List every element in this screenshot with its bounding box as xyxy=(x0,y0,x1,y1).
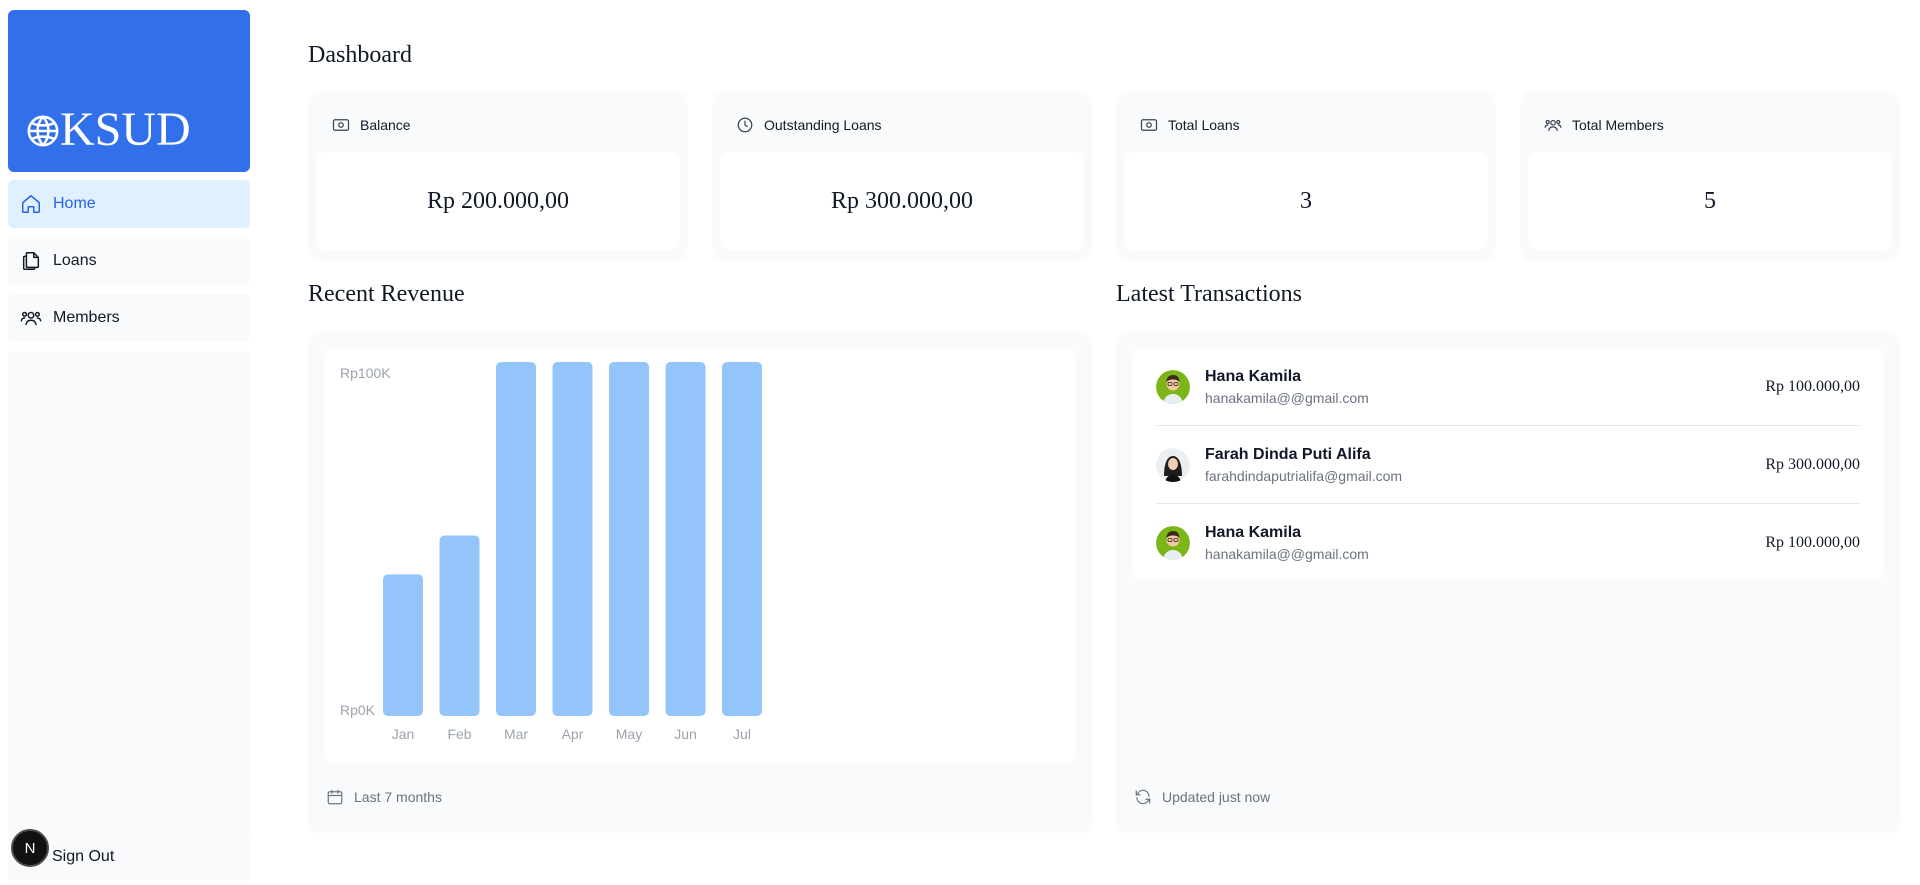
banknote-icon xyxy=(1140,116,1158,134)
revenue-footer: Last 7 months xyxy=(326,788,442,806)
home-icon xyxy=(20,193,42,215)
avatar xyxy=(1156,448,1190,482)
clock-icon xyxy=(736,116,754,134)
recent-revenue-title: Recent Revenue xyxy=(308,281,465,307)
banknote-icon xyxy=(332,116,350,134)
sidebar-item-label: Members xyxy=(53,309,120,326)
transactions-list: Hana Kamila hanakamila@@gmail.com Rp 100… xyxy=(1132,348,1884,580)
stat-value: 5 xyxy=(1528,152,1892,250)
transactions-footer: Updated just now xyxy=(1134,788,1270,806)
sidebar-item-label: Loans xyxy=(53,252,97,269)
revenue-panel: Rp100K Rp0K Jan Feb Mar Apr May Jun Jul Last 7 m… xyxy=(308,332,1092,833)
y-tick-label: Rp100K xyxy=(340,365,391,381)
bar-feb[interactable] xyxy=(439,535,480,716)
refresh-icon xyxy=(1134,788,1152,806)
y-tick-label: Rp0K xyxy=(340,702,376,718)
stat-card-outstanding-loans: Outstanding Loans Rp 300.000,00 xyxy=(712,92,1092,260)
stat-value: 3 xyxy=(1124,152,1488,250)
stat-label: Total Members xyxy=(1572,117,1664,133)
sign-out-label: Sign Out xyxy=(52,848,115,865)
bar-jun[interactable] xyxy=(665,362,706,716)
transaction-name: Hana Kamila xyxy=(1205,368,1302,385)
stat-label: Outstanding Loans xyxy=(764,117,882,133)
transaction-amount: Rp 100.000,00 xyxy=(1765,534,1860,551)
transaction-row[interactable]: Farah Dinda Puti Alifa farahdindaputrial… xyxy=(1156,426,1860,504)
stat-value: Rp 300.000,00 xyxy=(720,152,1084,250)
sidebar-item-members[interactable]: Members xyxy=(8,294,250,342)
documents-icon xyxy=(20,250,42,272)
x-tick-label: Feb xyxy=(447,726,471,742)
stat-card-balance: Balance Rp 200.000,00 xyxy=(308,92,688,260)
calendar-icon xyxy=(326,788,344,806)
transaction-name: Farah Dinda Puti Alifa xyxy=(1205,446,1371,463)
transaction-row[interactable]: Hana Kamila hanakamila@@gmail.com Rp 100… xyxy=(1156,348,1860,426)
stat-label: Balance xyxy=(360,117,411,133)
users-icon xyxy=(1544,116,1562,134)
latest-transactions-title: Latest Transactions xyxy=(1116,281,1302,307)
stat-label: Total Loans xyxy=(1168,117,1240,133)
transactions-footer-label: Updated just now xyxy=(1162,789,1271,805)
dev-tools-badge[interactable]: N xyxy=(11,829,49,867)
transaction-row[interactable]: Hana Kamila hanakamila@@gmail.com Rp 100… xyxy=(1156,504,1860,582)
x-tick-label: Mar xyxy=(504,726,528,742)
brand-name: KSUD xyxy=(60,103,191,156)
users-icon xyxy=(20,307,42,329)
bar-jul[interactable] xyxy=(722,362,762,716)
avatar xyxy=(1156,370,1190,404)
stat-card-total-members: Total Members 5 xyxy=(1520,92,1900,260)
bar-apr[interactable] xyxy=(552,362,593,716)
page-title: Dashboard xyxy=(308,42,412,68)
revenue-chart: Rp100K Rp0K Jan Feb Mar Apr May Jun Jul xyxy=(324,348,1076,763)
brand-logo[interactable]: KSUD xyxy=(8,10,250,172)
x-tick-label: Jan xyxy=(392,726,415,742)
sidebar-spacer xyxy=(8,351,250,833)
transaction-email: hanakamila@@gmail.com xyxy=(1205,390,1369,406)
transactions-panel: Hana Kamila hanakamila@@gmail.com Rp 100… xyxy=(1116,332,1900,833)
revenue-footer-label: Last 7 months xyxy=(354,789,442,805)
sidebar-item-loans[interactable]: Loans xyxy=(8,237,250,285)
revenue-bar-chart: Rp100K Rp0K Jan Feb Mar Apr May Jun Jul xyxy=(340,362,762,742)
x-tick-label: Jul xyxy=(733,726,751,742)
stat-card-total-loans: Total Loans 3 xyxy=(1116,92,1496,260)
transaction-amount: Rp 300.000,00 xyxy=(1765,456,1860,473)
badge-letter: N xyxy=(24,839,36,857)
bar-may[interactable] xyxy=(609,362,649,716)
x-tick-label: May xyxy=(616,726,642,742)
transaction-name: Hana Kamila xyxy=(1205,524,1302,541)
sidebar-item-label: Home xyxy=(53,195,96,212)
bar-jan[interactable] xyxy=(383,574,423,716)
transaction-email: farahdindaputrialifa@gmail.com xyxy=(1205,468,1403,484)
avatar xyxy=(1156,526,1190,560)
transaction-amount: Rp 100.000,00 xyxy=(1765,378,1860,395)
x-tick-label: Jun xyxy=(674,726,697,742)
transaction-email: hanakamila@@gmail.com xyxy=(1205,546,1369,562)
stat-value: Rp 200.000,00 xyxy=(316,152,680,250)
sidebar: KSUD Home Loans Members Sign Out xyxy=(8,10,250,881)
sidebar-item-home[interactable]: Home xyxy=(8,180,250,228)
x-tick-label: Apr xyxy=(562,726,584,742)
globe-icon xyxy=(27,115,59,147)
bar-mar[interactable] xyxy=(496,362,536,716)
